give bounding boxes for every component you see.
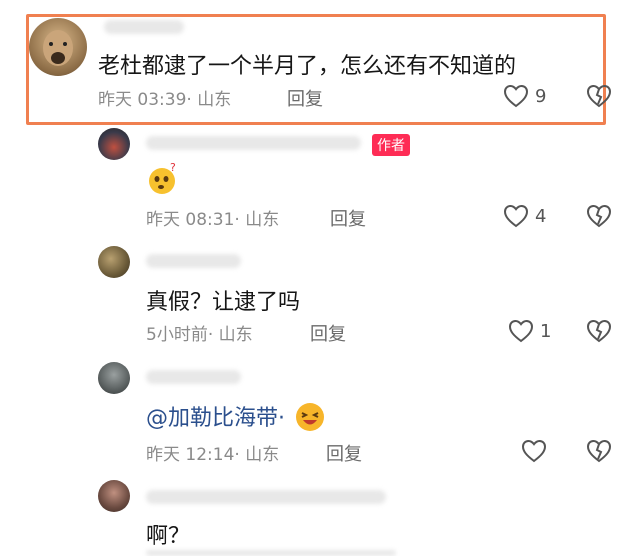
like-button[interactable] — [521, 439, 547, 463]
avatar[interactable] — [98, 480, 130, 512]
dislike-button[interactable] — [586, 439, 612, 463]
time: 昨天 08:31 — [146, 210, 235, 230]
heart-icon — [503, 84, 529, 108]
broken-heart-icon — [586, 84, 612, 108]
like-count: 4 — [535, 205, 547, 227]
username-blurred[interactable] — [146, 136, 361, 150]
thinking-emoji-icon: ? — [146, 162, 180, 196]
comment-time: 昨天 12:14· 山东 — [146, 440, 279, 465]
broken-heart-icon — [586, 439, 612, 463]
time: 昨天 12:14 — [146, 445, 235, 465]
laughing-emoji-icon — [293, 400, 327, 432]
comment-time: 5小时前· 山东 — [146, 320, 253, 345]
comment-text: 老杜都逮了一个半月了，怎么还有不知道的 — [98, 54, 517, 79]
meta-blurred — [146, 550, 396, 556]
time: 昨天 03:39 — [98, 90, 187, 110]
like-button[interactable]: 1 — [508, 319, 551, 343]
svg-text:?: ? — [170, 162, 176, 174]
mention-link[interactable]: @加勒比海带· — [146, 400, 285, 432]
username-blurred[interactable] — [146, 254, 241, 268]
comment-time: 昨天 08:31· 山东 — [146, 205, 279, 230]
avatar[interactable] — [98, 362, 130, 394]
username-blurred[interactable] — [146, 490, 386, 504]
comment-text: 啊？ — [146, 524, 191, 549]
reply-button[interactable]: 回复 — [310, 320, 346, 346]
heart-icon — [508, 319, 534, 343]
dislike-button[interactable] — [586, 84, 612, 108]
dislike-button[interactable] — [586, 319, 612, 343]
comment-time: 昨天 03:39· 山东 — [98, 85, 231, 110]
like-count: 9 — [535, 85, 547, 107]
avatar[interactable] — [98, 246, 130, 278]
reply-button[interactable]: 回复 — [330, 205, 366, 231]
like-button[interactable]: 9 — [503, 84, 546, 108]
reply-button[interactable]: 回复 — [326, 440, 362, 466]
author-badge: 作者 — [372, 134, 410, 156]
heart-icon — [503, 204, 529, 228]
avatar[interactable] — [98, 128, 130, 160]
location: · 山东 — [234, 210, 280, 230]
like-count: 1 — [540, 320, 552, 342]
location: · 山东 — [234, 445, 280, 465]
comment-text: @加勒比海带· — [146, 400, 327, 432]
comment-text: 真假？让逮了吗 — [146, 290, 301, 315]
location: · 山东 — [186, 90, 232, 110]
avatar[interactable] — [29, 18, 87, 76]
like-button[interactable]: 4 — [503, 204, 546, 228]
heart-icon — [521, 439, 547, 463]
username-blurred[interactable] — [104, 20, 184, 34]
reply-button[interactable]: 回复 — [287, 85, 323, 111]
location: · 山东 — [207, 325, 253, 345]
username-blurred[interactable] — [146, 370, 241, 384]
time: 5小时前 — [146, 325, 208, 345]
broken-heart-icon — [586, 319, 612, 343]
broken-heart-icon — [586, 204, 612, 228]
dislike-button[interactable] — [586, 204, 612, 228]
